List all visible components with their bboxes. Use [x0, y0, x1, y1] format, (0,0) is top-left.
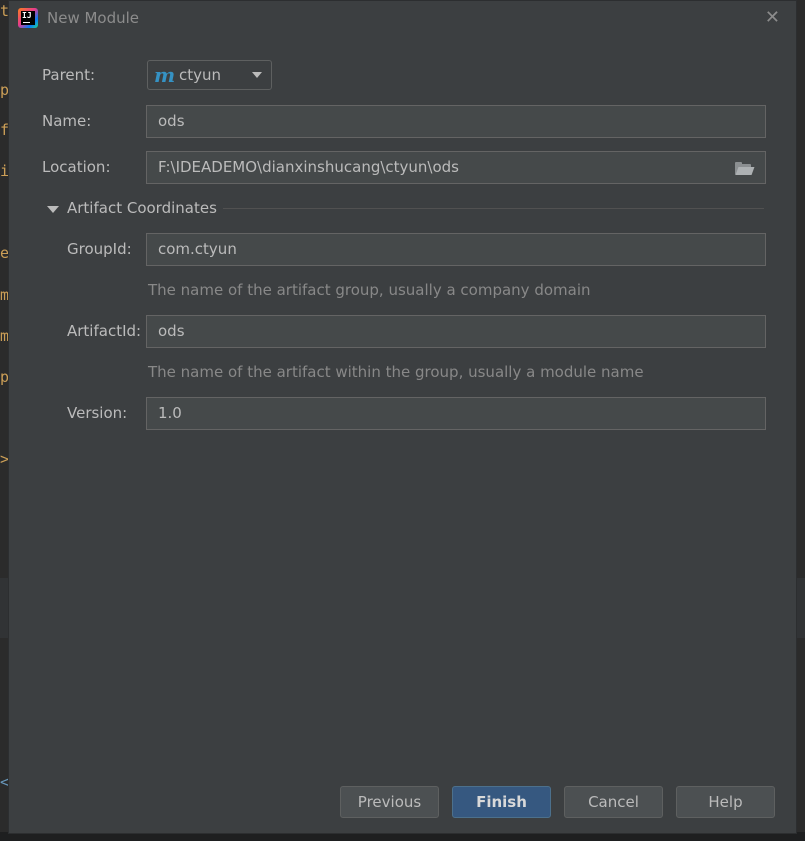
location-field[interactable]: F:\IDEADEMO\dianxinshucang\ctyun\ods	[146, 151, 766, 184]
finish-button[interactable]: Finish	[452, 786, 551, 818]
new-module-dialog: IJ New Module ✕ Parent: m ctyun Name: od…	[8, 0, 797, 834]
maven-module-icon: m	[154, 63, 176, 87]
version-label: Version:	[67, 404, 128, 422]
parent-label: Parent:	[42, 66, 96, 84]
intellij-idea-icon: IJ	[18, 8, 38, 28]
name-label: Name:	[42, 112, 92, 130]
parent-dropdown-value: ctyun	[179, 66, 222, 84]
name-field[interactable]: ods	[146, 105, 766, 138]
triangle-down-icon	[47, 206, 59, 213]
section-title: Artifact Coordinates	[67, 199, 217, 217]
close-icon[interactable]: ✕	[765, 7, 780, 28]
location-field-value: F:\IDEADEMO\dianxinshucang\ctyun\ods	[158, 158, 459, 176]
location-label: Location:	[42, 158, 111, 176]
help-button[interactable]: Help	[676, 786, 775, 818]
chevron-down-icon	[252, 72, 262, 78]
section-divider	[223, 208, 764, 209]
groupid-label: GroupId:	[67, 240, 132, 258]
groupid-field[interactable]: com.ctyun	[146, 233, 766, 266]
previous-button[interactable]: Previous	[340, 786, 439, 818]
artifactid-field[interactable]: ods	[146, 315, 766, 348]
cancel-button[interactable]: Cancel	[564, 786, 663, 818]
dialog-title: New Module	[47, 9, 140, 27]
parent-dropdown[interactable]: m ctyun	[147, 60, 272, 90]
dialog-titlebar: IJ New Module ✕	[9, 1, 796, 37]
groupid-hint: The name of the artifact group, usually …	[148, 281, 591, 299]
artifact-coordinates-toggle[interactable]: Artifact Coordinates	[45, 199, 765, 219]
artifactid-hint: The name of the artifact within the grou…	[148, 363, 644, 381]
artifactid-label: ArtifactId:	[67, 322, 142, 340]
folder-icon[interactable]	[735, 162, 755, 175]
version-field[interactable]: 1.0	[146, 397, 766, 430]
